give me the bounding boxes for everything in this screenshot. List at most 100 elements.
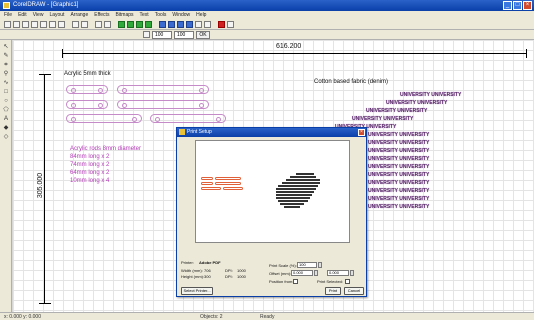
align-right-icon[interactable] <box>136 21 143 28</box>
menu-help[interactable]: Help <box>196 11 206 19</box>
dpi-label: DPI: <box>225 268 233 273</box>
minimize-button[interactable]: _ <box>503 1 512 10</box>
print-selected-checkbox[interactable] <box>345 279 350 284</box>
width-dimension-line <box>62 53 526 54</box>
crop-tool-icon[interactable]: ⌗ <box>2 62 10 69</box>
position-from-checkbox[interactable] <box>293 279 298 284</box>
outline-tool-icon[interactable]: ◇ <box>2 134 10 141</box>
break-apart-icon[interactable] <box>186 21 193 28</box>
fill-tool-icon[interactable]: ◆ <box>2 125 10 132</box>
preview-piece <box>201 187 221 190</box>
settings-icon[interactable] <box>227 21 234 28</box>
zoom-tool-icon[interactable]: ⚲ <box>2 71 10 78</box>
menu-edit[interactable]: Edit <box>18 11 27 19</box>
import-icon[interactable] <box>95 21 102 28</box>
maximize-button[interactable]: □ <box>513 1 522 10</box>
ellipse-tool-icon[interactable]: ○ <box>2 98 10 105</box>
main-toolbar <box>0 19 534 30</box>
open-icon[interactable] <box>13 21 20 28</box>
distribute-icon[interactable] <box>145 21 152 28</box>
polygon-tool-icon[interactable]: ⬠ <box>2 107 10 114</box>
combine-icon[interactable] <box>177 21 184 28</box>
fabric-strip[interactable]: UNIVERSITY UNIVERSITY <box>368 132 429 138</box>
fabric-strip[interactable]: UNIVERSITY UNIVERSITY <box>368 180 429 186</box>
fabric-strip[interactable]: UNIVERSITY UNIVERSITY <box>366 108 427 114</box>
preview-piece <box>223 187 243 190</box>
menu-tools[interactable]: Tools <box>155 11 167 19</box>
width-field[interactable]: 100 <box>152 31 172 39</box>
cut-icon[interactable] <box>40 21 47 28</box>
print-scale-input[interactable]: 100 <box>297 262 317 268</box>
acrylic-piece[interactable] <box>150 114 226 123</box>
fabric-strip[interactable]: UNIVERSITY UNIVERSITY <box>400 92 461 98</box>
menu-view[interactable]: View <box>33 11 44 19</box>
acrylic-piece[interactable] <box>66 85 108 94</box>
freehand-tool-icon[interactable]: ∿ <box>2 80 10 87</box>
acrylic-piece[interactable] <box>66 100 108 109</box>
zoom-ok-button[interactable]: OK <box>196 31 210 39</box>
text-tool-icon[interactable]: A <box>2 116 10 123</box>
height-label: Height (mm): <box>181 274 205 279</box>
menu-arrange[interactable]: Arrange <box>70 11 88 19</box>
rectangle-tool-icon[interactable]: □ <box>2 89 10 96</box>
pointer-tool-icon[interactable]: ↖ <box>2 44 10 51</box>
fabric-strip[interactable]: UNIVERSITY UNIVERSITY <box>368 156 429 162</box>
print-icon[interactable] <box>31 21 38 28</box>
print-scale-spinner[interactable] <box>318 262 322 268</box>
fabric-strip[interactable]: UNIVERSITY UNIVERSITY <box>368 196 429 202</box>
preview-piece <box>215 177 241 180</box>
preview-fabric <box>290 176 316 178</box>
print-button[interactable]: Print <box>325 287 341 295</box>
align-left-icon[interactable] <box>118 21 125 28</box>
fabric-strip[interactable]: UNIVERSITY UNIVERSITY <box>386 100 447 106</box>
close-button[interactable]: × <box>523 1 532 10</box>
menu-window[interactable]: Window <box>172 11 190 19</box>
fabric-strip[interactable]: UNIVERSITY UNIVERSITY <box>352 116 413 122</box>
printer-label: Printer: <box>181 260 194 265</box>
fabric-strip[interactable]: UNIVERSITY UNIVERSITY <box>368 204 429 210</box>
dialog-close-button[interactable]: × <box>358 129 365 136</box>
cancel-button[interactable]: Cancel <box>344 287 364 295</box>
print-preview <box>195 140 350 243</box>
width-dimension-label: 616.200 <box>276 43 302 50</box>
menu-effects[interactable]: Effects <box>94 11 109 19</box>
offset-y-spinner[interactable] <box>350 270 354 276</box>
save-icon[interactable] <box>22 21 29 28</box>
fabric-strip[interactable]: UNIVERSITY UNIVERSITY <box>368 172 429 178</box>
acrylic-piece[interactable] <box>117 100 209 109</box>
paste-icon[interactable] <box>58 21 65 28</box>
new-icon[interactable] <box>4 21 11 28</box>
offset-y-input[interactable]: 0.000 <box>327 270 349 276</box>
export-icon[interactable] <box>104 21 111 28</box>
height-dimension-tick-top <box>39 74 51 75</box>
offset-x-spinner[interactable] <box>314 270 318 276</box>
fabric-strip[interactable]: UNIVERSITY UNIVERSITY <box>368 164 429 170</box>
offset-x-input[interactable]: 0.000 <box>291 270 313 276</box>
menu-layout[interactable]: Layout <box>49 11 64 19</box>
fabric-strip[interactable]: UNIVERSITY UNIVERSITY <box>368 188 429 194</box>
select-printer-button[interactable]: Select Printer... <box>181 287 213 295</box>
menu-file[interactable]: File <box>4 11 12 19</box>
acrylic-piece[interactable] <box>66 114 142 123</box>
copy-icon[interactable] <box>49 21 56 28</box>
laser-icon[interactable] <box>218 21 225 28</box>
ungroup-icon[interactable] <box>168 21 175 28</box>
group-icon[interactable] <box>159 21 166 28</box>
weld-icon[interactable] <box>195 21 202 28</box>
app-icon <box>3 2 10 9</box>
shape-tool-icon[interactable]: ✎ <box>2 53 10 60</box>
acrylic-piece[interactable] <box>117 85 209 94</box>
fabric-strip[interactable]: UNIVERSITY UNIVERSITY <box>368 140 429 146</box>
undo-icon[interactable] <box>72 21 79 28</box>
align-center-icon[interactable] <box>127 21 134 28</box>
menu-text[interactable]: Text <box>140 11 149 19</box>
status-bar: x: 0.000 y: 0.000 Objects: 2 Ready <box>0 312 534 320</box>
redo-icon[interactable] <box>81 21 88 28</box>
trim-icon[interactable] <box>204 21 211 28</box>
zoom-icon[interactable] <box>143 31 150 38</box>
preview-fabric <box>276 197 310 199</box>
menu-bitmaps[interactable]: Bitmaps <box>115 11 133 19</box>
offset-label: Offset (mm): <box>269 271 292 276</box>
fabric-strip[interactable]: UNIVERSITY UNIVERSITY <box>368 148 429 154</box>
height-field[interactable]: 100 <box>174 31 194 39</box>
